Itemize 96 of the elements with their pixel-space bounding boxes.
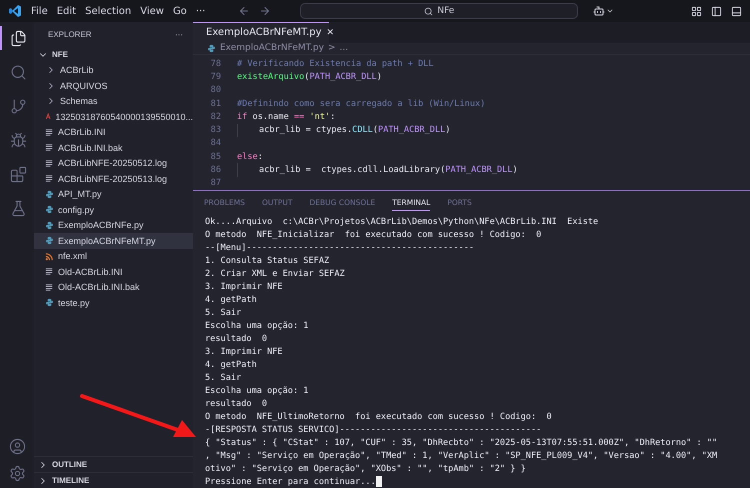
explorer-entry[interactable]: ACBrLibNFE-20250512.log <box>34 156 193 171</box>
document-icon <box>45 267 54 276</box>
code-line: # Verificando Existencia da path + DLL <box>237 58 434 69</box>
line-number: 84 <box>210 138 222 148</box>
explorer-entry[interactable]: ACBrLib.INI.bak <box>34 140 193 156</box>
layout-icon[interactable] <box>691 6 702 16</box>
explorer-entry[interactable]: ARQUIVOS <box>34 78 193 94</box>
python-icon <box>45 298 54 308</box>
explorer-entry[interactable]: ExemploACBrNFe.py <box>34 218 193 233</box>
document-icon <box>45 174 54 184</box>
line-number: 87 <box>210 178 222 188</box>
code-line: existeArquivo(PATH_ACBR_DLL) <box>237 72 382 82</box>
python-icon <box>45 190 54 199</box>
terminal-line: O metodo NFE_UltimoRetorno foi executado com sucesso ! Codigo: 0 <box>205 412 552 422</box>
terminal-line: O metodo NFE_Inicializar foi executado com sucesso ! Codigo: 0 <box>205 230 542 240</box>
explorer-entry[interactable]: Old-ACBrLib.INI.bak <box>34 280 193 295</box>
code-line: if os.name == 'nt': <box>237 112 336 122</box>
terminal-line: 4. getPath <box>205 360 257 370</box>
search-field[interactable]: NFe <box>300 3 578 19</box>
line-number: 79 <box>210 72 222 82</box>
terminal-line: 5. Sair <box>205 372 242 382</box>
breadcrumb-item[interactable]: ExemploACBrNFeMT.py <box>220 43 324 54</box>
panel-toggle-icon[interactable] <box>731 6 742 16</box>
terminal-line: Escolha uma opção: 1 <box>205 320 308 330</box>
menu-item[interactable]: Go <box>172 6 187 16</box>
menu-item[interactable]: Edit <box>56 6 76 16</box>
explorer-entry[interactable]: Schemas <box>34 94 193 109</box>
explorer-entry[interactable]: ACBrLib.INI <box>34 124 193 140</box>
terminal-line: 3. Imprimir NFE <box>205 346 283 356</box>
terminal-line: resultado 0 <box>205 398 268 408</box>
menu-item[interactable]: View <box>140 6 164 16</box>
breadcrumb-item[interactable]: ... <box>340 43 348 54</box>
explorer-entry[interactable]: config.py <box>34 202 193 218</box>
terminal-line: , "Msg" : "Serviço em Operação", "TMed" : 1, "VerAplic" : "SP_NFE_PL009_V4", "Versao" : "4.00", "XM <box>205 450 718 460</box>
explorer-entry[interactable]: API_MT.py <box>34 186 193 202</box>
close-icon[interactable]: ✕ <box>326 28 334 38</box>
menu-item[interactable]: Selection <box>85 6 132 16</box>
more-actions[interactable]: ··· <box>175 30 183 39</box>
document-icon <box>45 282 54 292</box>
menu-item[interactable]: File <box>31 6 48 16</box>
terminal-line: --[Menu]-------------------------------------------- <box>205 242 474 252</box>
python-icon <box>207 44 216 53</box>
pdf-icon <box>45 112 52 122</box>
terminal-line: -[RESPOSTA STATUS SERVICO]--------------------------------------- <box>205 424 542 434</box>
line-number: 82 <box>210 112 222 122</box>
line-number: 86 <box>210 165 222 176</box>
terminal-line: 1. Consulta Status SEFAZ <box>205 256 330 266</box>
terminal-line: Escolha uma opção: 1 <box>205 386 308 396</box>
terminal-line: { "Status" : { "CStat" : 107, "CUF" : 35, "DhRecbto" : "2025-05-13T07:55:51.000Z", "DhRetorno" : "" <box>205 438 718 448</box>
robot-icon[interactable] <box>593 5 606 17</box>
python-icon <box>45 220 54 230</box>
section-header[interactable]: TIMELINE <box>52 476 90 485</box>
terminal-line: 3. Imprimir NFE <box>205 282 283 292</box>
explorer-entry[interactable]: ACBrLib <box>34 62 193 78</box>
line-number: 83 <box>210 125 222 136</box>
account-icon[interactable] <box>8 438 26 455</box>
rss-icon <box>45 252 54 261</box>
folder-name[interactable]: NFE <box>52 50 68 60</box>
code-line: else: <box>237 152 263 162</box>
code-line: #Definindo como sera carregado a lib (Win/Linux) <box>237 98 486 109</box>
caret-icon[interactable] <box>606 7 614 15</box>
search-icon <box>424 6 434 16</box>
code-line: acbr_lib = ctypes.cdll.LoadLibrary(PATH_ACBR_DLL) <box>259 165 518 176</box>
terminal-line: 2. Criar XML e Enviar SEFAZ <box>205 268 345 278</box>
breadcrumb-item[interactable]: > <box>328 43 336 54</box>
search-text: NFe <box>437 6 454 16</box>
terminal-line: Pressione Enter para continuar... <box>205 476 376 486</box>
sidebar-toggle-icon[interactable] <box>711 6 722 16</box>
sidebar-title: EXPLORER <box>48 30 92 39</box>
line-number: 85 <box>210 152 222 162</box>
app-logo-icon <box>8 4 22 18</box>
explorer-entry[interactable]: nfe.xml <box>34 248 193 264</box>
back-icon[interactable] <box>238 5 250 17</box>
python-icon <box>45 236 54 246</box>
terminal-line: resultado 0 <box>205 334 268 344</box>
menu-item[interactable]: ··· <box>196 6 206 16</box>
document-icon <box>45 128 54 137</box>
terminal-line: Ok....Arquivo c:\ACBr\Projetos\ACBrLib\Demos\Python\NFe\ACBrLib.INI Existe <box>205 216 598 226</box>
terminal-line: otivo" : "Serviço em Operação", "XObs" : "", "tpAmb" : "2" } } <box>205 464 526 474</box>
explorer-entry[interactable]: ExemploACBrNFeMT.py <box>34 233 193 248</box>
line-number: 78 <box>210 58 222 69</box>
explorer-entry[interactable]: teste.py <box>34 295 193 310</box>
document-icon <box>45 158 54 168</box>
python-icon <box>45 205 54 214</box>
explorer-entry[interactable]: Old-ACBrLib.INI <box>34 264 193 280</box>
explorer-entry[interactable]: 13250318760540000139550010... <box>34 109 193 124</box>
document-icon <box>45 143 54 152</box>
line-number: 81 <box>210 98 222 109</box>
explorer-entry[interactable]: ACBrLibNFE-20250513.log <box>34 171 193 186</box>
code-line: acbr_lib = ctypes.CDLL(PATH_ACBR_DLL) <box>259 125 450 136</box>
terminal-line: 4. getPath <box>205 294 257 304</box>
forward-icon[interactable] <box>259 5 272 17</box>
terminal-line: 5. Sair <box>205 308 242 318</box>
line-number: 80 <box>210 85 222 96</box>
section-header[interactable]: OUTLINE <box>52 460 88 469</box>
settings-icon[interactable] <box>8 465 26 482</box>
